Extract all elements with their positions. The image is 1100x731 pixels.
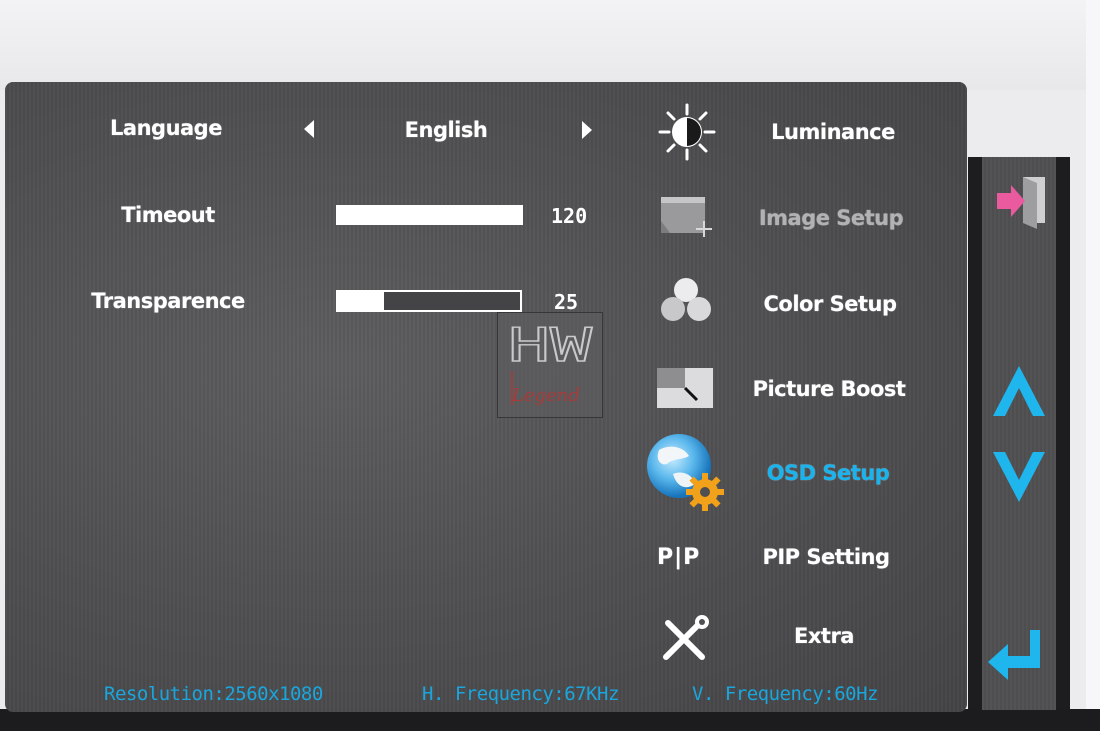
menu-item-pip-setting[interactable]: PIP Setting — [726, 545, 926, 569]
osd-setup-icon — [647, 434, 724, 511]
transparence-value: 25 — [554, 290, 579, 314]
language-value[interactable]: English — [376, 118, 516, 142]
v-frequency-status: V. Frequency:60Hz — [692, 683, 878, 705]
hw-legend-logo: HW Legend — [507, 317, 593, 406]
svg-text:HW: HW — [508, 318, 592, 372]
transparence-slider-fill — [338, 292, 384, 310]
pip-icon: P|P — [657, 545, 701, 570]
enter-icon[interactable] — [986, 626, 1046, 686]
menu-item-extra[interactable]: Extra — [724, 624, 924, 648]
menu-item-luminance[interactable]: Luminance — [733, 120, 933, 144]
language-label: Language — [110, 116, 222, 140]
color-setup-icon — [661, 278, 711, 321]
menu-item-color-setup[interactable]: Color Setup — [730, 292, 930, 316]
brightness-icon — [658, 103, 716, 161]
monitor-bezel-top — [0, 0, 1100, 90]
down-arrow-icon[interactable] — [991, 448, 1047, 504]
resolution-status: Resolution:2560x1080 — [104, 683, 323, 705]
transparence-label: Transparence — [91, 289, 245, 313]
menu-item-picture-boost[interactable]: Picture Boost — [729, 377, 929, 401]
timeout-slider-fill — [338, 207, 521, 223]
language-next-arrow-icon[interactable] — [580, 120, 594, 140]
timeout-label: Timeout — [121, 203, 215, 227]
tools-icon — [663, 615, 709, 660]
timeout-slider[interactable] — [336, 205, 523, 225]
image-setup-icon — [661, 197, 712, 237]
hw-legend-watermark: HW Legend — [497, 312, 603, 418]
language-prev-arrow-icon[interactable] — [302, 119, 316, 139]
up-arrow-icon[interactable] — [991, 364, 1047, 420]
exit-icon[interactable] — [993, 173, 1057, 229]
picture-boost-icon — [657, 368, 713, 408]
svg-text:Legend: Legend — [511, 385, 580, 406]
menu-item-osd-setup[interactable]: OSD Setup — [728, 461, 928, 485]
monitor-bezel-right — [1086, 0, 1100, 731]
monitor-bezel-bottom — [0, 709, 1100, 731]
menu-item-image-setup[interactable]: Image Setup — [731, 206, 931, 230]
transparence-slider[interactable] — [336, 290, 522, 312]
h-frequency-status: H. Frequency:67KHz — [422, 683, 619, 705]
timeout-value: 120 — [551, 204, 588, 228]
